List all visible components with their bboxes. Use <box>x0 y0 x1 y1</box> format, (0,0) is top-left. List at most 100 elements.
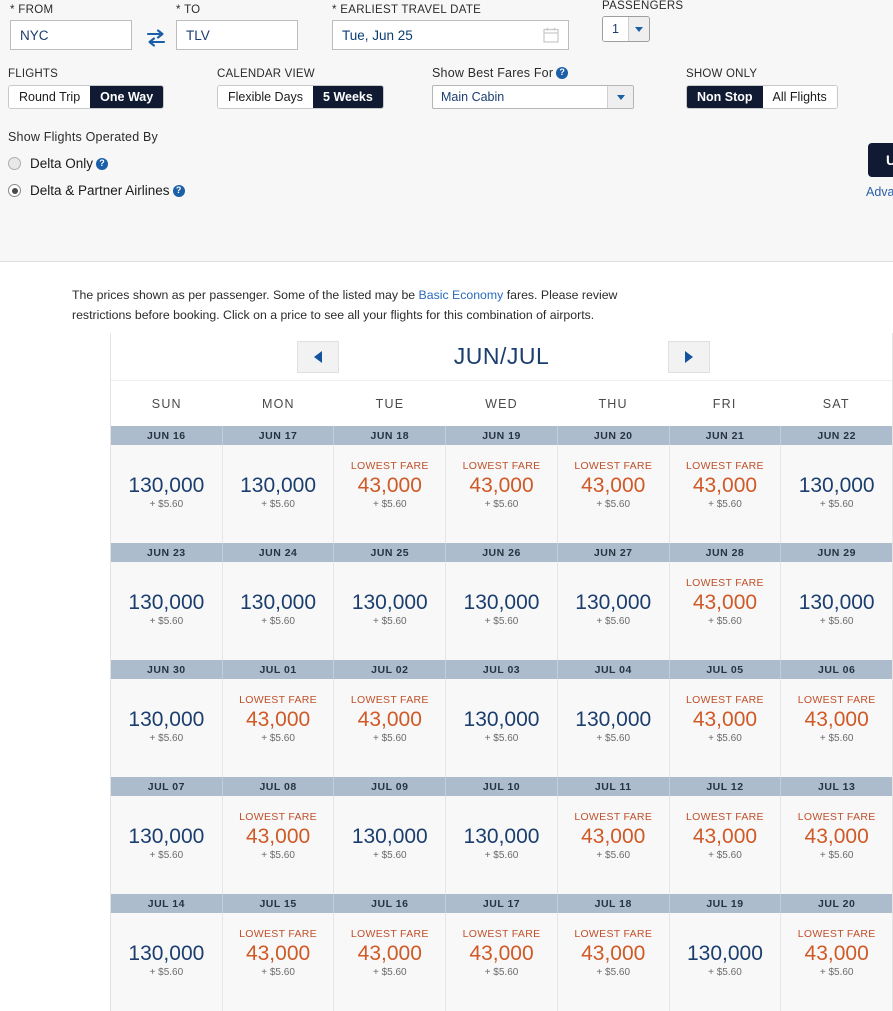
fare-tax-amount: + $5.60 <box>484 850 519 861</box>
fare-cell[interactable]: LOWEST FARE130,000+ $5.60 <box>223 562 335 660</box>
earliest-travel-date-input[interactable]: Tue, Jun 25 <box>332 20 569 50</box>
fare-cell[interactable]: LOWEST FARE 43,000 + $5.60 <box>223 796 335 894</box>
fare-cell[interactable]: LOWEST FARE 43,000 + $5.60 <box>781 679 892 777</box>
radio-delta-partner-airlines-label: Delta & Partner Airlines <box>30 183 170 198</box>
passengers-dropdown-button[interactable] <box>628 17 649 41</box>
fare-miles-amount: 130,000 <box>240 474 317 497</box>
fare-cell[interactable]: LOWEST FARE130,000+ $5.60 <box>558 562 670 660</box>
radio-delta-only[interactable] <box>8 157 21 170</box>
fare-cell[interactable]: LOWEST FARE 43,000 + $5.60 <box>223 913 335 1011</box>
best-fares-select[interactable]: Main Cabin <box>432 85 634 109</box>
fare-cell[interactable]: LOWEST FARE 43,000 + $5.60 <box>558 445 670 543</box>
fare-cell[interactable]: LOWEST FARE130,000+ $5.60 <box>111 913 223 1011</box>
fare-cell[interactable]: LOWEST FARE 43,000 + $5.60 <box>670 796 782 894</box>
earliest-travel-date-label: * EARLIEST TRAVEL DATE <box>332 4 482 16</box>
fare-miles-amount: 130,000 <box>463 825 540 848</box>
fare-cell[interactable]: LOWEST FARE 43,000 + $5.60 <box>558 913 670 1011</box>
fare-tax-amount: + $5.60 <box>819 967 854 978</box>
fare-cell[interactable]: LOWEST FARE130,000+ $5.60 <box>111 796 223 894</box>
fare-cell[interactable]: LOWEST FARE 43,000 + $5.60 <box>446 913 558 1011</box>
week-date-header-row: JUN 23 JUN 24 JUN 25 JUN 26 JUN 27 JUN 28 JUN … <box>111 543 893 562</box>
calendar-view-option-5-weeks[interactable]: 5 Weeks <box>313 86 383 108</box>
lowest-fare-badge: LOWEST FARE <box>686 577 764 589</box>
help-icon[interactable]: ? <box>556 66 569 79</box>
fare-cell[interactable]: LOWEST FARE 43,000 + $5.60 <box>670 445 782 543</box>
fare-cell[interactable]: LOWEST FARE130,000+ $5.60 <box>446 679 558 777</box>
fare-miles-amount: 43,000 <box>469 942 534 965</box>
fare-tax-amount: + $5.60 <box>261 967 295 978</box>
show-only-option-all-flights[interactable]: All Flights <box>762 86 837 108</box>
fare-cell[interactable]: LOWEST FARE130,000+ $5.60 <box>781 562 892 660</box>
radio-delta-partner-airlines[interactable] <box>8 184 21 197</box>
date-header-cell: JUN 21 <box>669 426 782 445</box>
radio-option-delta-partner[interactable]: Delta & Partner Airlines ? <box>8 177 185 204</box>
fare-miles-amount: 43,000 <box>245 942 311 965</box>
date-header-cell: JUL 16 <box>334 894 447 913</box>
passengers-stepper[interactable]: 1 <box>602 16 650 42</box>
fare-miles-amount: 130,000 <box>240 591 317 614</box>
radio-option-delta-only[interactable]: Delta Only ? <box>8 150 185 177</box>
fare-cell[interactable]: LOWEST FARE 43,000 + $5.60 <box>781 796 892 894</box>
fare-miles-amount: 130,000 <box>351 591 428 614</box>
fare-cell[interactable]: LOWEST FARE130,000+ $5.60 <box>111 562 223 660</box>
fare-cell[interactable]: LOWEST FARE130,000+ $5.60 <box>223 445 335 543</box>
show-only-option-non-stop[interactable]: Non Stop <box>687 86 763 108</box>
fare-cell[interactable]: LOWEST FARE 43,000 + $5.60 <box>334 913 447 1011</box>
date-header-cell: JUN 22 <box>781 426 893 445</box>
best-fares-dropdown-button[interactable] <box>607 86 633 108</box>
lowest-fare-badge: LOWEST FARE <box>686 460 764 472</box>
date-header-cell: JUL 04 <box>557 660 670 679</box>
fare-cell[interactable]: LOWEST FARE130,000+ $5.60 <box>670 913 782 1011</box>
fare-cell[interactable]: LOWEST FARE130,000+ $5.60 <box>781 445 892 543</box>
fare-cell[interactable]: LOWEST FARE130,000+ $5.60 <box>558 679 670 777</box>
flights-option-round-trip[interactable]: Round Trip <box>9 86 91 108</box>
flights-option-one-way[interactable]: One Way <box>90 86 164 108</box>
arrow-right-icon <box>685 351 693 363</box>
lowest-fare-badge: LOWEST FARE <box>239 811 317 823</box>
best-fares-group: Show Best Fares For? Main Cabin <box>432 66 634 109</box>
show-only-toggle[interactable]: Non Stop All Flights <box>686 85 838 109</box>
date-header-cell: JUN 20 <box>557 426 670 445</box>
fare-cell[interactable]: LOWEST FARE 43,000 + $5.60 <box>670 679 782 777</box>
fare-cell[interactable]: LOWEST FARE130,000+ $5.60 <box>111 679 223 777</box>
from-input[interactable]: NYC <box>10 20 132 50</box>
week-date-header-row: JUN 30 JUL 01 JUL 02 JUL 03 JUL 04 JUL 05 JUL … <box>111 660 893 679</box>
help-icon[interactable]: ? <box>172 184 185 197</box>
swap-airports-button[interactable] <box>145 27 167 49</box>
fare-cell[interactable]: LOWEST FARE 43,000 + $5.60 <box>781 913 892 1011</box>
to-input[interactable]: TLV <box>176 20 298 50</box>
fare-cell[interactable]: LOWEST FARE 43,000 + $5.60 <box>446 445 558 543</box>
fare-cell[interactable]: LOWEST FARE130,000+ $5.60 <box>334 796 447 894</box>
fare-miles-amount: 43,000 <box>692 474 758 497</box>
fare-miles-amount: 130,000 <box>575 591 652 614</box>
passengers-value: 1 <box>603 17 628 41</box>
best-fares-selected-value: Main Cabin <box>441 90 505 104</box>
fare-cell[interactable]: LOWEST FARE130,000+ $5.60 <box>446 562 558 660</box>
week-date-header-row: JUL 07 JUL 08 JUL 09 JUL 10 JUL 11 JUL 12 JUL … <box>111 777 893 796</box>
fare-cell[interactable]: LOWEST FARE 43,000 + $5.60 <box>223 679 335 777</box>
passengers-group: PASSENGERS 1 <box>602 0 722 42</box>
update-button[interactable]: U <box>868 143 893 177</box>
fare-cell[interactable]: LOWEST FARE 43,000 + $5.60 <box>334 679 447 777</box>
previous-period-button[interactable] <box>297 341 339 373</box>
fare-cell[interactable]: LOWEST FARE 43,000 + $5.60 <box>670 562 782 660</box>
fare-cell[interactable]: LOWEST FARE 43,000 + $5.60 <box>558 796 670 894</box>
day-of-week-wed: WED <box>485 396 518 411</box>
date-header-cell: JUN 19 <box>446 426 558 445</box>
calendar-view-option-flexible-days[interactable]: Flexible Days <box>218 86 314 108</box>
advanced-search-link[interactable]: Adva <box>866 185 893 199</box>
fare-calendar: JUN/JUL SUN MON TUE WED THU FRI SAT JUN 16 JUN … <box>110 333 893 1011</box>
help-icon[interactable]: ? <box>96 157 109 170</box>
basic-economy-link[interactable]: Basic Economy <box>419 288 504 302</box>
calendar-view-toggle[interactable]: Flexible Days 5 Weeks <box>217 85 384 109</box>
fare-cell[interactable]: LOWEST FARE130,000+ $5.60 <box>111 445 223 543</box>
next-period-button[interactable] <box>668 341 710 373</box>
fare-cell[interactable]: LOWEST FARE 43,000 + $5.60 <box>334 445 447 543</box>
date-header-cell: JUL 19 <box>669 894 782 913</box>
flights-toggle[interactable]: Round Trip One Way <box>8 85 165 109</box>
calendar-icon[interactable] <box>543 27 559 43</box>
fare-tax-amount: + $5.60 <box>819 499 854 510</box>
fare-cell[interactable]: LOWEST FARE130,000+ $5.60 <box>446 796 558 894</box>
fare-tax-amount: + $5.60 <box>149 967 184 978</box>
fare-cell[interactable]: LOWEST FARE130,000+ $5.60 <box>334 562 447 660</box>
